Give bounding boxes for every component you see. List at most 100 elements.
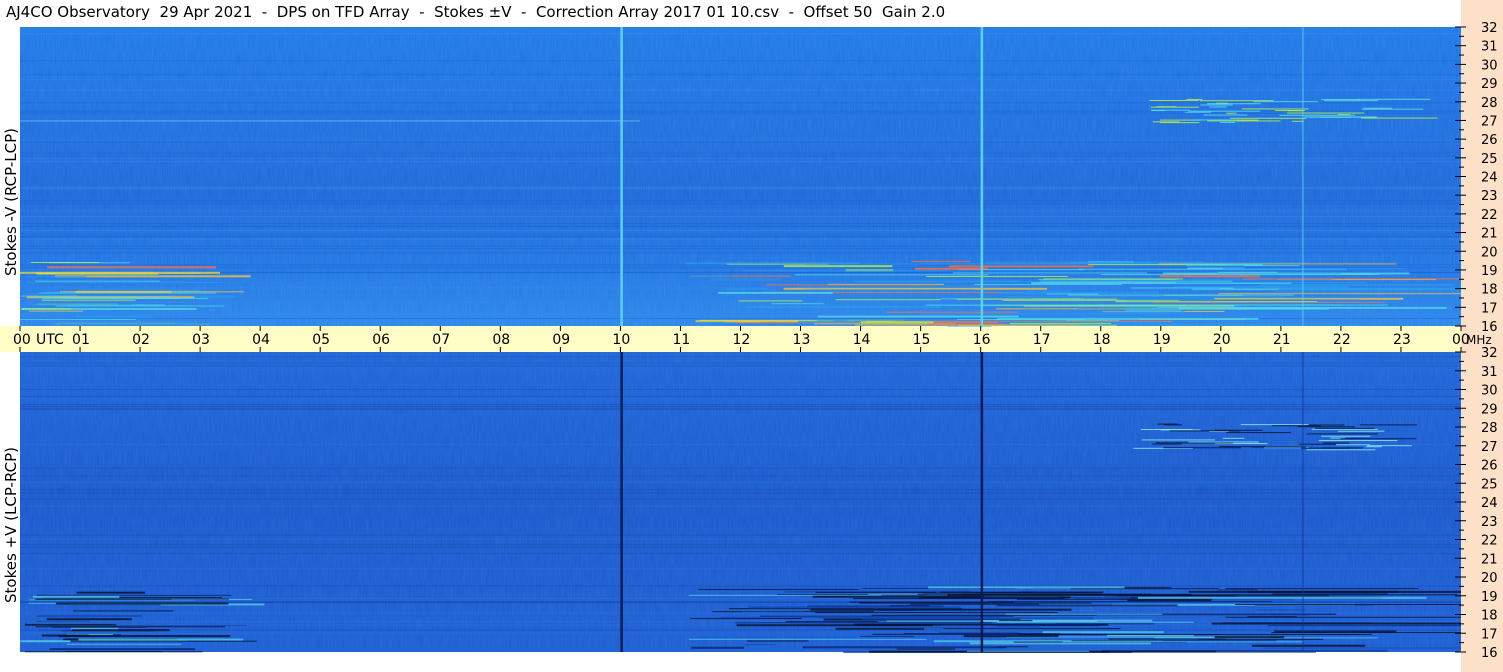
activity-streak <box>997 291 1159 294</box>
activity-streak <box>996 624 1099 627</box>
activity-streak <box>24 276 87 278</box>
band-streak <box>20 505 1461 507</box>
band-streak <box>20 481 1461 483</box>
activity-streak <box>688 594 882 596</box>
activity-streak <box>1318 440 1398 442</box>
utc-tick-label: 07 <box>432 332 450 348</box>
band-streak <box>20 554 1461 556</box>
activity-streak <box>1176 282 1366 284</box>
activity-streak <box>860 635 915 637</box>
activity-streak <box>815 591 936 593</box>
activity-streak <box>1324 100 1378 102</box>
activity-streak <box>47 266 216 269</box>
activity-streak <box>1321 435 1371 437</box>
activity-streak <box>32 595 120 598</box>
activity-streak <box>1225 588 1419 590</box>
activity-streak <box>1163 447 1241 449</box>
activity-streak <box>926 323 1006 325</box>
activity-streak <box>798 320 867 323</box>
activity-streak <box>76 591 146 594</box>
band-streak <box>20 200 1461 202</box>
activity-streak <box>1004 296 1286 298</box>
activity-streak <box>24 651 203 653</box>
activity-streak <box>1321 99 1360 101</box>
frequency-tick-label: 29 <box>1481 77 1498 92</box>
activity-streak <box>926 275 1068 277</box>
activity-streak <box>56 602 229 605</box>
utc-tick-label: 10 <box>612 332 630 348</box>
activity-streak <box>1184 111 1211 113</box>
band-streak <box>20 252 1461 254</box>
activity-streak <box>1335 444 1371 446</box>
activity-streak <box>698 588 859 590</box>
frequency-tick-label: 30 <box>1481 384 1498 399</box>
activity-streak <box>1256 609 1306 611</box>
activity-streak <box>1206 103 1261 105</box>
band-streak <box>20 406 1461 408</box>
activity-streak <box>1019 591 1104 593</box>
activity-streak <box>1101 651 1316 653</box>
frequency-tick-label: 27 <box>1481 440 1498 455</box>
activity-streak <box>691 646 745 649</box>
utc-tick-label: 22 <box>1333 332 1351 348</box>
bottom-panel-noise <box>20 352 1461 652</box>
activity-streak <box>1005 613 1163 615</box>
activity-streak <box>726 288 769 290</box>
utc-tick-label: 19 <box>1153 332 1171 348</box>
activity-streak <box>42 634 89 637</box>
activity-streak <box>1108 638 1227 640</box>
activity-streak <box>987 601 1272 603</box>
activity-streak <box>1199 100 1274 102</box>
activity-streak <box>1361 108 1424 110</box>
frequency-tick-label: 30 <box>1481 58 1498 73</box>
band-streak <box>20 356 1461 358</box>
faint-vertical-streak <box>1301 27 1304 326</box>
activity-streak <box>855 324 1080 326</box>
activity-streak <box>1188 441 1259 443</box>
frequency-tick-label: 26 <box>1481 459 1498 474</box>
activity-streak <box>783 265 893 268</box>
band-streak <box>20 216 1461 218</box>
activity-streak <box>1214 636 1285 639</box>
activity-streak <box>1218 271 1278 273</box>
activity-streak <box>1177 594 1458 596</box>
activity-streak <box>1220 121 1235 123</box>
activity-streak <box>1340 438 1417 440</box>
frequency-tick-label: 25 <box>1481 477 1498 492</box>
activity-streak <box>1222 437 1245 439</box>
activity-streak <box>1292 120 1304 122</box>
activity-streak <box>20 295 78 297</box>
frequency-tick-label: 17 <box>1481 301 1498 316</box>
activity-streak <box>1042 631 1164 634</box>
activity-streak <box>1046 293 1099 295</box>
activity-streak <box>736 624 934 627</box>
activity-streak <box>1159 122 1200 124</box>
band-streak <box>20 233 1461 235</box>
activity-streak <box>1217 589 1258 591</box>
band-streak <box>20 120 640 122</box>
activity-streak <box>1311 428 1378 430</box>
activity-streak <box>963 635 1059 638</box>
activity-streak <box>735 622 992 624</box>
band-streak <box>20 245 1461 247</box>
activity-streak <box>75 290 172 293</box>
activity-streak <box>1151 110 1166 112</box>
activity-streak <box>1218 293 1461 295</box>
frequency-tick-label: 20 <box>1481 571 1498 586</box>
activity-streak <box>1367 445 1412 447</box>
utc-tick-label: 00 <box>13 332 31 348</box>
activity-streak <box>1029 290 1070 292</box>
activity-streak <box>20 640 71 643</box>
frequency-ticks-top: 1617181920212223242526272829303132 <box>1455 21 1498 335</box>
band-streak <box>20 388 1461 390</box>
activity-streak <box>35 598 172 600</box>
activity-streak <box>1151 443 1182 445</box>
utc-tick-label: 12 <box>733 332 751 348</box>
utc-unit-label: UTC <box>36 332 64 348</box>
activity-streak <box>70 640 257 642</box>
band-streak <box>20 74 1461 76</box>
utc-tick-label: 06 <box>372 332 390 348</box>
activity-streak <box>766 284 938 286</box>
band-streak <box>20 78 1461 80</box>
activity-streak <box>1357 98 1431 100</box>
